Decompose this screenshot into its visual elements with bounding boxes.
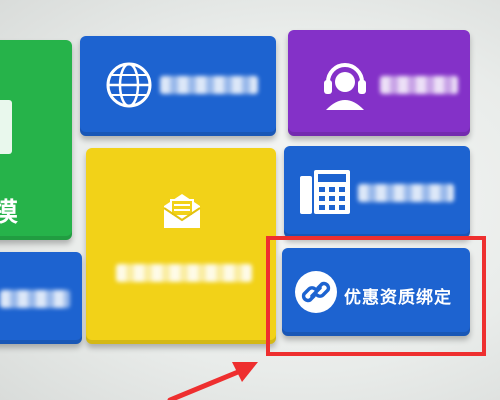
pointer-arrow-icon	[167, 362, 258, 400]
